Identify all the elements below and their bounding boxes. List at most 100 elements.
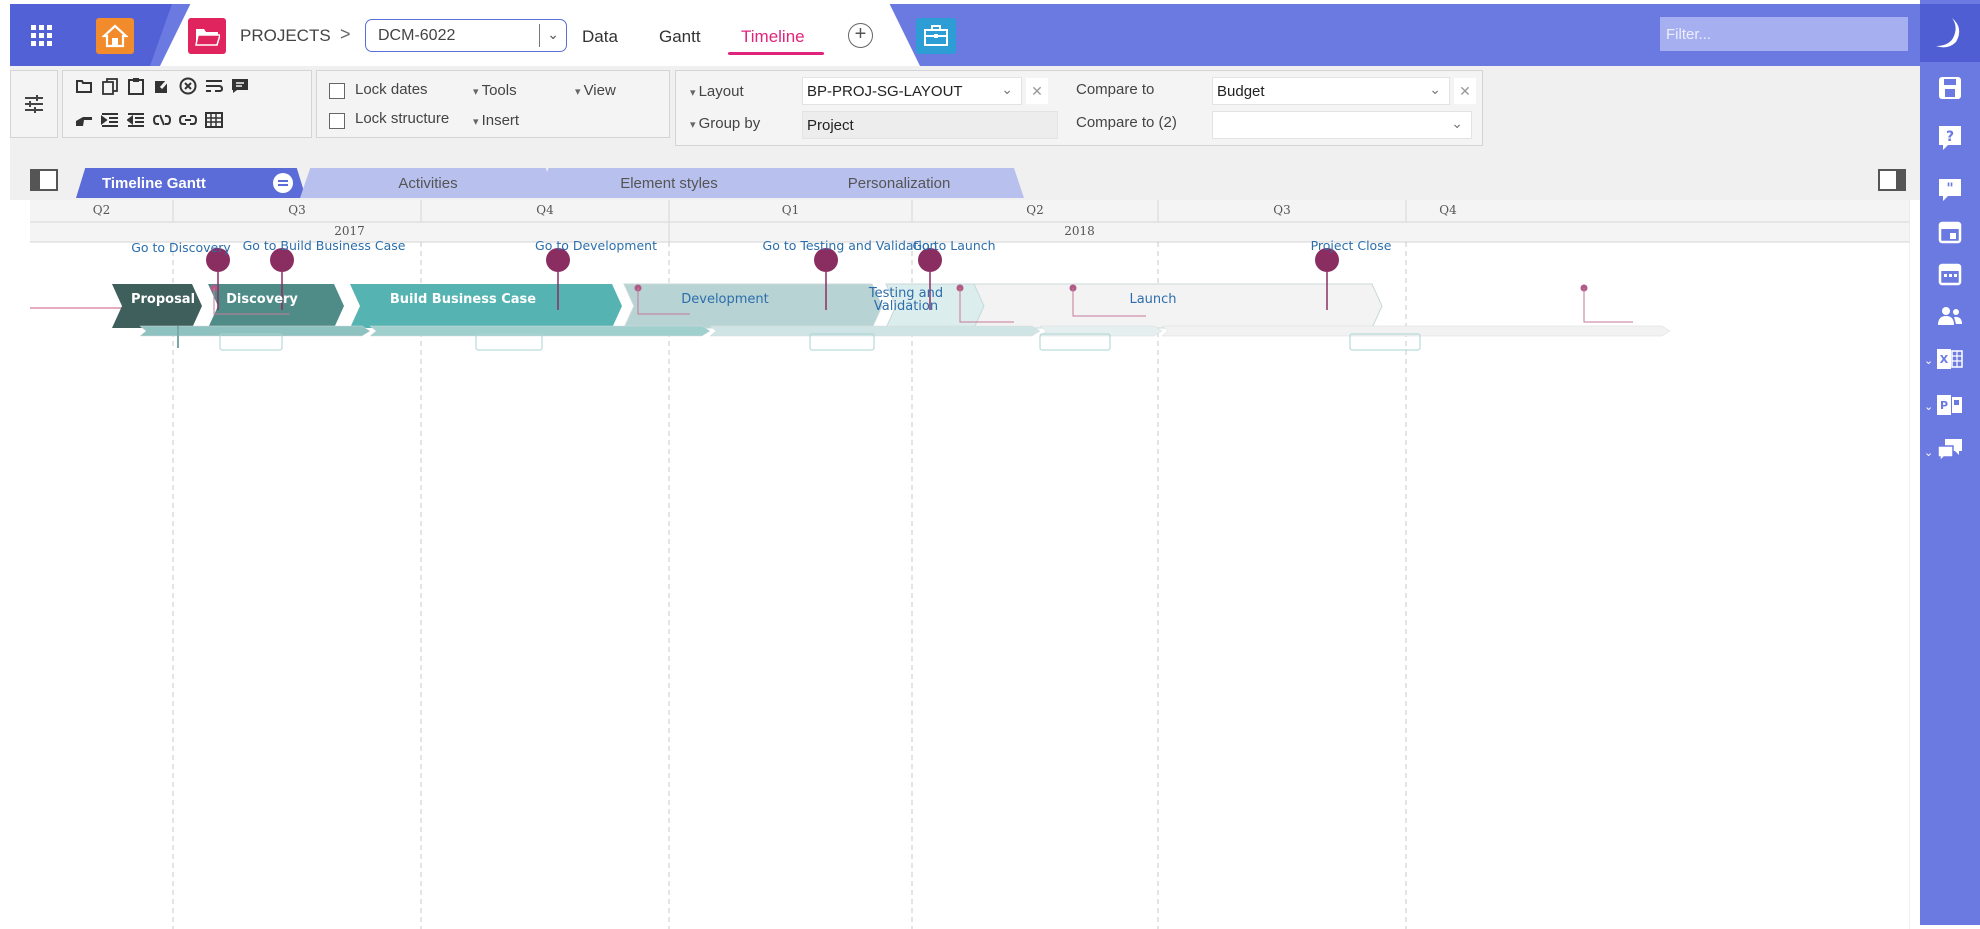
right-sidebar: ? " ⌄ X ⌄ P ⌄ [1920,0,1980,925]
subtab-personalization[interactable]: Personalization [774,168,1024,198]
phase-label[interactable]: Discovery [226,293,298,307]
top-bar: PROJECTS > DCM-6022 ⌄ Data Gantt Timelin… [10,4,1920,66]
filter-input[interactable] [1660,17,1908,51]
group-by-label[interactable]: Group by [690,115,761,132]
comment-icon[interactable] [229,75,251,97]
layout-group: Layout Group by BP-PROJ-SG-LAYOUT ⌄ ✕ Pr… [675,70,1483,146]
selector-divider [539,24,540,47]
compare-to-2-label: Compare to (2) [1076,114,1177,131]
layout-select[interactable]: BP-PROJ-SG-LAYOUT ⌄ [802,77,1022,105]
quarter-label: Q3 [288,203,306,217]
edit-icon[interactable] [151,75,173,97]
subtab-activities[interactable]: Activities [300,168,556,198]
cancel-icon[interactable] [177,75,199,97]
tab-timeline[interactable]: Timeline [741,27,805,47]
clear-layout-icon[interactable]: ✕ [1026,78,1048,104]
phase-label[interactable]: Development [681,293,769,307]
briefcase-icon[interactable] [916,18,956,54]
lock-structure-checkbox[interactable] [329,113,345,129]
calendar-icon[interactable] [1936,218,1964,246]
group-by-field[interactable]: Project [802,111,1058,139]
quarter-label: Q2 [92,203,111,217]
active-tab-indicator [728,52,824,55]
powerpoint-icon[interactable]: P [1936,391,1964,419]
excel-icon[interactable]: X [1936,345,1964,373]
sub-activity-bar [709,325,1041,337]
app-window: PROJECTS > DCM-6022 ⌄ Data Gantt Timelin… [10,4,1920,929]
home-icon[interactable] [96,18,134,54]
compare-to-label: Compare to [1076,81,1155,98]
baseline-box [809,333,875,351]
breadcrumb-projects[interactable]: PROJECTS [240,26,331,46]
menu-icon[interactable] [273,173,293,193]
view-dropdown[interactable]: View [575,82,616,99]
settings-panel-button[interactable] [10,70,58,138]
milestone-label[interactable]: Go to Testing and Validation [763,238,938,253]
phase-label[interactable]: Launch [1129,293,1176,307]
subtab-element-styles[interactable]: Element styles [538,168,800,198]
baseline-box [475,333,543,351]
lock-dates-checkbox[interactable] [329,83,345,99]
tab-data[interactable]: Data [582,27,618,47]
svg-text:": " [1946,181,1953,197]
link-icon[interactable] [177,109,199,131]
chevron-down-icon[interactable]: ⌄ [1924,354,1933,367]
chevron-down-icon[interactable]: ⌄ [1924,446,1933,459]
indent-icon[interactable] [99,109,121,131]
milestone-label[interactable]: Go to Development [535,238,657,253]
clear-compare-icon[interactable]: ✕ [1454,78,1476,104]
tools-dropdown[interactable]: Tools [473,82,517,99]
new-folder-icon[interactable] [73,75,95,97]
quote-icon[interactable]: " [1936,176,1964,204]
milestone-label[interactable]: Go to Discovery [131,240,231,255]
chevron-down-icon[interactable]: ⌄ [547,26,559,43]
outdent-icon[interactable] [125,109,147,131]
calendar-alt-icon[interactable] [1936,260,1964,288]
quarter-label: Q3 [1273,203,1291,217]
milestone-label[interactable]: Go to Launch [912,238,995,253]
save-icon[interactable] [1936,74,1964,102]
layout-label[interactable]: Layout [690,83,744,100]
timeline-chart: Q2 Q3 Q4 Q1 Q2 Q3 Q4 2017 2018 Go to Dis… [30,200,1910,929]
sub-tab-bar: Timeline Gantt Activities Element styles… [10,164,1920,200]
plus-circle-icon[interactable]: + [848,23,873,48]
compare-to-select[interactable]: Budget ⌄ [1212,77,1450,105]
wrap-icon[interactable] [203,75,225,97]
logo-moon-icon [1936,18,1960,48]
people-icon[interactable] [1936,302,1964,330]
chevron-down-icon: ⌄ [1429,81,1441,97]
left-panel-toggle-icon[interactable] [30,169,58,191]
lock-structure-label: Lock structure [355,110,450,127]
phase-label[interactable]: Proposal [131,293,195,307]
project-selector[interactable]: DCM-6022 ⌄ [365,19,567,52]
compare-to-2-select[interactable]: ⌄ [1212,111,1472,139]
logo-button[interactable] [1920,4,1980,62]
right-panel-toggle-icon[interactable] [1878,169,1906,191]
apps-button[interactable] [10,4,72,66]
insert-dropdown[interactable]: Insert [473,112,520,129]
copy-icon[interactable] [99,75,121,97]
quarter-label: Q1 [781,203,800,217]
chevron-down-icon[interactable]: ⌄ [1924,400,1933,413]
unlink-icon[interactable] [151,109,173,131]
hand-pointer-icon[interactable] [73,109,95,131]
subtab-timeline-gantt-label: Timeline Gantt [102,175,206,192]
help-icon[interactable]: ? [1936,124,1964,152]
phase-label[interactable]: Validation [874,300,938,314]
paste-icon[interactable] [125,75,147,97]
compare-to-value: Budget [1217,83,1265,100]
tab-gantt[interactable]: Gantt [659,27,701,47]
table-icon[interactable] [203,109,225,131]
timeline-canvas [30,200,1910,929]
milestone-label[interactable]: Go to Build Business Case [243,238,406,253]
subtab-timeline-gantt[interactable]: Timeline Gantt [76,168,306,198]
chat-icon[interactable] [1936,436,1964,464]
milestone-label[interactable]: Project Close [1311,238,1392,253]
project-selector-value: DCM-6022 [378,27,456,44]
baseline-box [1039,333,1111,351]
group-by-value: Project [807,117,854,134]
lock-tools-group: Lock dates Lock structure Tools Insert V… [316,70,670,138]
phase-label[interactable]: Build Business Case [390,293,536,307]
quarter-label: Q2 [1026,203,1044,217]
folder-icon[interactable] [188,18,226,54]
